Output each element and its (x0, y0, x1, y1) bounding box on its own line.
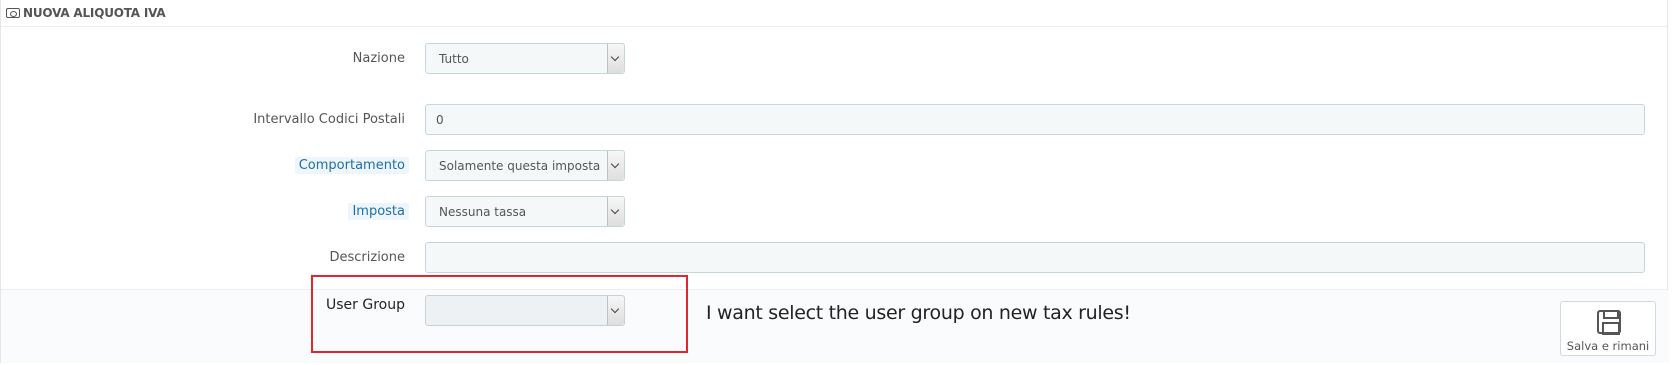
zip-range-label: Intervallo Codici Postali (253, 112, 405, 127)
country-select[interactable]: Tutto (425, 43, 625, 74)
panel-footer (1, 289, 1669, 363)
country-label: Nazione (352, 51, 405, 66)
annotation-text: I want select the user group on new tax … (706, 302, 1131, 324)
country-select-value: Tutto (439, 52, 469, 66)
save-and-stay-button[interactable]: Salva e rimani (1560, 301, 1656, 356)
behavior-select-value: Solamente questa imposta (439, 159, 601, 173)
behavior-label: Comportamento (294, 157, 409, 174)
tax-select-value: Nessuna tassa (439, 205, 527, 219)
money-icon (6, 8, 20, 18)
chevron-down-icon (607, 44, 624, 73)
behavior-select[interactable]: Solamente questa imposta (425, 150, 625, 181)
chevron-down-icon (607, 197, 624, 226)
panel-heading: NUOVA ALIQUOTA IVA (1, 0, 1669, 27)
tax-label: Imposta (348, 203, 409, 220)
annotation-highlight-box (311, 275, 688, 353)
zip-range-input[interactable]: 0 (425, 104, 1645, 135)
panel-title: NUOVA ALIQUOTA IVA (23, 6, 166, 20)
description-label: Descrizione (329, 250, 405, 265)
chevron-down-icon (607, 151, 624, 180)
tax-select[interactable]: Nessuna tassa (425, 196, 625, 227)
description-input[interactable] (425, 242, 1645, 273)
save-and-stay-label: Salva e rimani (1566, 339, 1650, 353)
save-icon (1597, 310, 1621, 335)
